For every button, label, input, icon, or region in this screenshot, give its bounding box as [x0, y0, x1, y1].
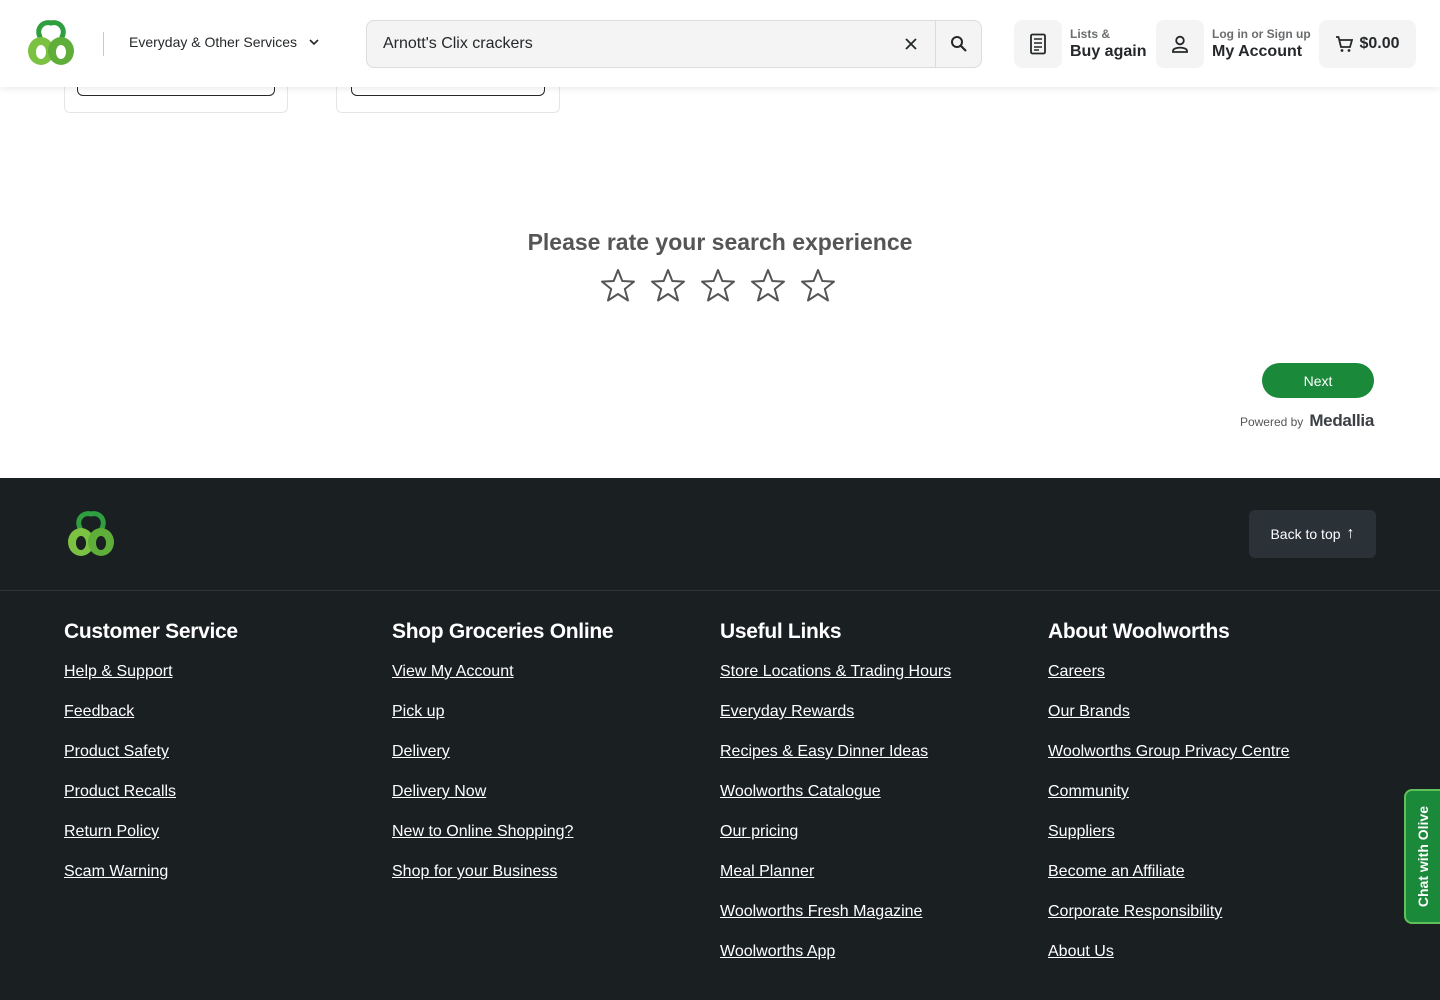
- footer-link[interactable]: Return Policy: [64, 822, 238, 842]
- footer-link[interactable]: Pick up: [392, 702, 613, 722]
- clear-search-button[interactable]: [887, 21, 935, 67]
- footer-link[interactable]: Everyday Rewards: [720, 702, 951, 722]
- arrow-up-icon: ↑: [1346, 525, 1355, 542]
- account-small-label: Log in or Sign up: [1212, 27, 1311, 41]
- footer-link[interactable]: Community: [1048, 782, 1290, 802]
- footer-link[interactable]: New to Online Shopping?: [392, 822, 613, 842]
- back-to-top-label: Back to top: [1270, 526, 1341, 542]
- footer-link[interactable]: Corporate Responsibility: [1048, 902, 1290, 922]
- product-card-button[interactable]: [77, 86, 275, 96]
- survey-title: Please rate your search experience: [527, 229, 913, 255]
- star-icon[interactable]: [650, 267, 686, 305]
- services-dropdown[interactable]: Everyday & Other Services: [129, 34, 321, 50]
- footer-link[interactable]: Feedback: [64, 702, 238, 722]
- header-divider: [103, 32, 104, 56]
- footer-column-customer-service: Customer Service Help & Support Feedback…: [64, 620, 238, 902]
- close-icon: [905, 38, 917, 50]
- list-icon: [1030, 33, 1046, 55]
- search-icon: [950, 36, 967, 52]
- footer-column-heading: Shop Groceries Online: [392, 620, 614, 643]
- footer-column-heading: Customer Service: [64, 620, 238, 643]
- footer-link[interactable]: Become an Affiliate: [1048, 862, 1290, 882]
- search-bar: Arnott's Clix crackers: [366, 20, 982, 68]
- back-to-top-button[interactable]: Back to top ↑: [1249, 510, 1376, 558]
- footer-link[interactable]: Meal Planner: [720, 862, 951, 882]
- medallia-logo: Medallia: [1309, 411, 1374, 430]
- footer-link[interactable]: View My Account: [392, 662, 613, 682]
- search-input[interactable]: Arnott's Clix crackers: [367, 35, 887, 53]
- woolworths-logo-icon[interactable]: [24, 19, 78, 69]
- footer-divider: [0, 590, 1440, 591]
- user-icon: [1172, 35, 1188, 53]
- footer-link[interactable]: Recipes & Easy Dinner Ideas: [720, 742, 951, 762]
- site-footer: Back to top ↑ Customer Service Help & Su…: [0, 478, 1440, 1000]
- footer-link[interactable]: Product Safety: [64, 742, 238, 762]
- footer-link[interactable]: Scam Warning: [64, 862, 238, 882]
- footer-column-about-woolworths: About Woolworths Careers Our Brands Wool…: [1048, 620, 1290, 982]
- chat-label: Chat with Olive: [1415, 805, 1431, 908]
- account-big-label: My Account: [1212, 43, 1303, 60]
- my-account-button[interactable]: Log in or Sign up My Account: [1156, 20, 1311, 68]
- site-header: Everyday & Other Services Arnott's Clix …: [0, 0, 1440, 87]
- woolworths-logo-icon[interactable]: [64, 510, 118, 560]
- footer-link[interactable]: Shop for your Business: [392, 862, 613, 882]
- footer-link[interactable]: Careers: [1048, 662, 1290, 682]
- footer-link[interactable]: Product Recalls: [64, 782, 238, 802]
- star-icon[interactable]: [750, 267, 786, 305]
- cart-total: $0.00: [1359, 35, 1400, 52]
- powered-by-label: Powered by: [1239, 415, 1304, 429]
- footer-link[interactable]: Woolworths Group Privacy Centre: [1048, 742, 1290, 762]
- next-button[interactable]: Next: [1262, 363, 1374, 398]
- chevron-down-icon: [309, 39, 319, 46]
- footer-link[interactable]: Help & Support: [64, 662, 238, 682]
- footer-link[interactable]: Our Brands: [1048, 702, 1290, 722]
- star-icon[interactable]: [600, 267, 636, 305]
- lists-big-label: Buy again: [1070, 43, 1147, 60]
- lists-buy-again-button[interactable]: Lists & Buy again: [1014, 20, 1146, 68]
- footer-link[interactable]: Woolworths Catalogue: [720, 782, 951, 802]
- star-icon[interactable]: [800, 267, 836, 305]
- footer-link[interactable]: Store Locations & Trading Hours: [720, 662, 951, 682]
- footer-link[interactable]: Delivery Now: [392, 782, 613, 802]
- search-button[interactable]: [935, 21, 981, 67]
- footer-link[interactable]: Delivery: [392, 742, 613, 762]
- footer-link[interactable]: Woolworths App: [720, 942, 951, 962]
- footer-link[interactable]: Suppliers: [1048, 822, 1290, 842]
- footer-link[interactable]: Woolworths Fresh Magazine: [720, 902, 951, 922]
- cart-icon: [1336, 36, 1354, 52]
- powered-by: Powered by Medallia: [1240, 411, 1374, 431]
- footer-column-heading: Useful Links: [720, 620, 842, 643]
- star-icon[interactable]: [700, 267, 736, 305]
- footer-link[interactable]: Our pricing: [720, 822, 951, 842]
- services-label: Everyday & Other Services: [129, 34, 298, 50]
- product-card-button[interactable]: [351, 86, 545, 96]
- chat-with-olive-button[interactable]: Chat with Olive: [1404, 789, 1440, 924]
- footer-link[interactable]: About Us: [1048, 942, 1290, 962]
- cart-button[interactable]: $0.00: [1319, 20, 1416, 68]
- footer-column-shop-groceries: Shop Groceries Online View My Account Pi…: [392, 620, 614, 902]
- rating-stars: [600, 267, 836, 305]
- lists-small-label: Lists &: [1070, 27, 1111, 41]
- footer-column-useful-links: Useful Links Store Locations & Trading H…: [720, 620, 951, 982]
- footer-column-heading: About Woolworths: [1048, 620, 1230, 643]
